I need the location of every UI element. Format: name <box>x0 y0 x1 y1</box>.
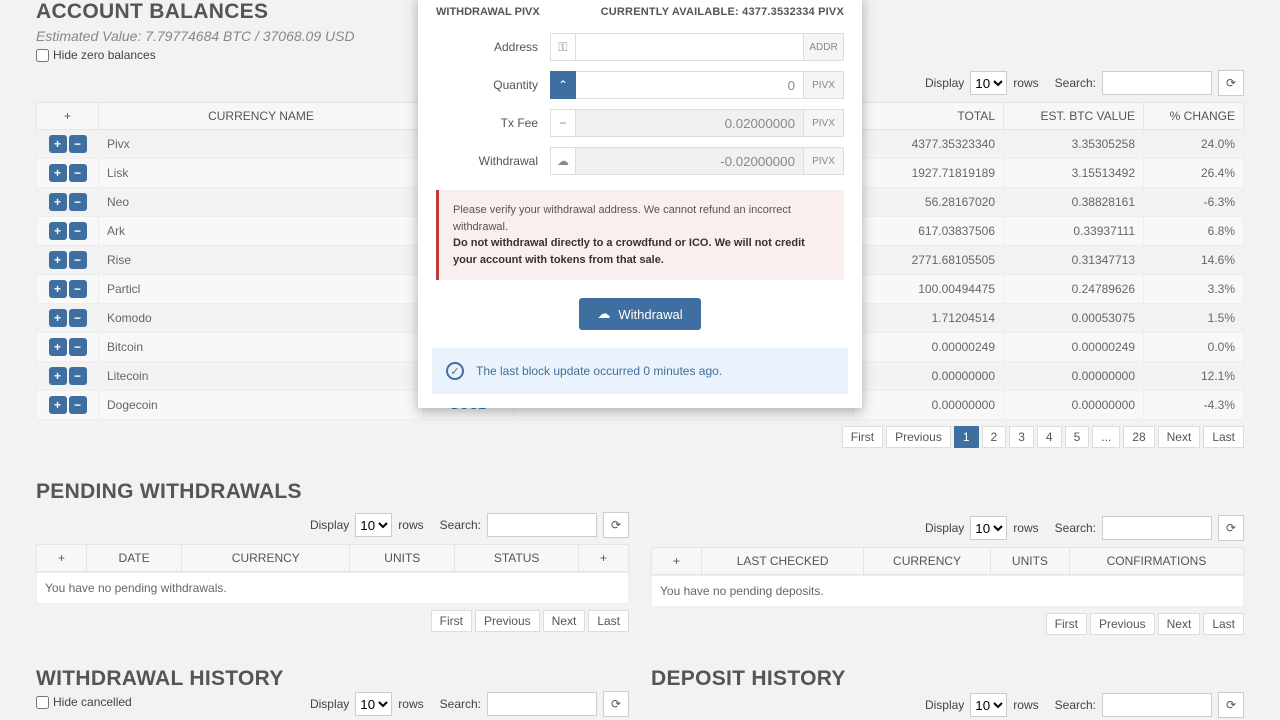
display-select[interactable]: 10 <box>970 693 1007 717</box>
minus-button[interactable]: − <box>69 338 87 356</box>
pager-item[interactable]: 4 <box>1037 426 1062 448</box>
key-icon: ⚿ <box>550 33 576 61</box>
minus-button[interactable]: − <box>69 164 87 182</box>
display-select[interactable]: 10 <box>355 692 392 716</box>
pager-item[interactable]: First <box>431 610 472 632</box>
pager-item[interactable]: First <box>1046 613 1087 635</box>
hide-cancelled-input[interactable] <box>36 696 49 709</box>
refresh-icon[interactable]: ⟳ <box>603 691 629 717</box>
empty-pending-w: You have no pending withdrawals. <box>36 572 629 604</box>
pager-item[interactable]: Previous <box>475 610 540 632</box>
pending-w-title: PENDING WITHDRAWALS <box>36 480 629 504</box>
plus-button[interactable]: + <box>49 222 67 240</box>
minus-icon: − <box>550 109 576 137</box>
pager-item[interactable]: Last <box>1203 426 1244 448</box>
pager-item[interactable]: Previous <box>886 426 951 448</box>
minus-button[interactable]: − <box>69 135 87 153</box>
pager-item[interactable]: Last <box>1203 613 1244 635</box>
pager-item[interactable]: 2 <box>982 426 1007 448</box>
address-input[interactable] <box>576 33 804 61</box>
empty-pending-d: You have no pending deposits. <box>651 575 1244 607</box>
refresh-icon[interactable]: ⟳ <box>603 512 629 538</box>
check-circle-icon: ✓ <box>446 362 464 380</box>
pager-item[interactable]: 28 <box>1123 426 1154 448</box>
cloud-download-icon: ☁ <box>597 306 610 322</box>
block-update-notice: ✓ The last block update occurred 0 minut… <box>432 348 848 394</box>
pager-item[interactable]: 1 <box>954 426 979 448</box>
max-icon[interactable]: ⌃ <box>550 71 576 99</box>
plus-button[interactable]: + <box>49 135 67 153</box>
pager-item[interactable]: 5 <box>1065 426 1090 448</box>
display-select[interactable]: 10 <box>970 516 1007 540</box>
display-select[interactable]: 10 <box>970 71 1007 95</box>
pager-item[interactable]: Next <box>543 610 586 632</box>
plus-button[interactable]: + <box>49 309 67 327</box>
search-input[interactable] <box>487 513 597 537</box>
pager-item[interactable]: Next <box>1158 426 1201 448</box>
minus-button[interactable]: − <box>69 193 87 211</box>
refresh-icon[interactable]: ⟳ <box>1218 515 1244 541</box>
modal-available: CURRENTLY AVAILABLE: 4377.3532334 PIVX <box>601 6 844 18</box>
plus-button[interactable]: + <box>49 251 67 269</box>
search-input[interactable] <box>1102 71 1212 95</box>
pager-item[interactable]: 3 <box>1009 426 1034 448</box>
minus-button[interactable]: − <box>69 222 87 240</box>
hide-zero-input[interactable] <box>36 49 49 62</box>
plus-button[interactable]: + <box>49 367 67 385</box>
search-input[interactable] <box>487 692 597 716</box>
plus-button[interactable]: + <box>49 280 67 298</box>
warning-box: Please verify your withdrawal address. W… <box>436 190 844 280</box>
plus-button[interactable]: + <box>49 338 67 356</box>
fee-input <box>576 109 804 137</box>
minus-button[interactable]: − <box>69 280 87 298</box>
minus-button[interactable]: − <box>69 251 87 269</box>
pager-item[interactable]: ... <box>1092 426 1120 448</box>
dh-title: DEPOSIT HISTORY <box>651 667 1244 691</box>
refresh-icon[interactable]: ⟳ <box>1218 692 1244 718</box>
minus-button[interactable]: − <box>69 396 87 414</box>
quantity-input[interactable] <box>576 71 804 99</box>
search-input[interactable] <box>1102 693 1212 717</box>
plus-button[interactable]: + <box>49 164 67 182</box>
pager-item[interactable]: Last <box>588 610 629 632</box>
plus-button[interactable]: + <box>49 396 67 414</box>
modal-title: WITHDRAWAL PIVX <box>436 6 540 18</box>
search-input[interactable] <box>1102 516 1212 540</box>
withdrawal-button[interactable]: ☁ Withdrawal <box>579 298 700 330</box>
plus-button[interactable]: + <box>49 193 67 211</box>
withdrawal-modal: WITHDRAWAL PIVX CURRENTLY AVAILABLE: 437… <box>418 0 862 408</box>
wh-title: WITHDRAWAL HISTORY <box>36 667 629 691</box>
refresh-icon[interactable]: ⟳ <box>1218 70 1244 96</box>
cloud-icon: ☁ <box>550 147 576 175</box>
withdrawal-total-input <box>576 147 804 175</box>
display-select[interactable]: 10 <box>355 513 392 537</box>
pager-item[interactable]: Previous <box>1090 613 1155 635</box>
pager-item[interactable]: Next <box>1158 613 1201 635</box>
minus-button[interactable]: − <box>69 367 87 385</box>
pager-item[interactable]: First <box>842 426 883 448</box>
minus-button[interactable]: − <box>69 309 87 327</box>
